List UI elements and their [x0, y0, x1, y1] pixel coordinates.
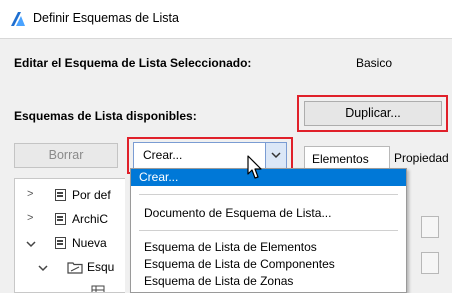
menu-item-crear[interactable]: Crear...: [131, 169, 406, 186]
scheme-icon: [55, 189, 66, 201]
chevron-right-icon[interactable]: >: [27, 188, 33, 200]
door-icon: [421, 216, 439, 238]
tree-item-label: Esqu: [87, 260, 115, 274]
edit-scheme-value: Basico: [356, 56, 393, 70]
chevron-down-icon[interactable]: [25, 239, 37, 249]
tree-item[interactable]: Esqu: [15, 257, 125, 279]
window-title: Definir Esquemas de Lista: [33, 11, 179, 25]
tree-item[interactable]: Nueva: [15, 233, 125, 255]
app-icon: [11, 12, 25, 26]
menu-item-zonas[interactable]: Esquema de Lista de Zonas: [131, 273, 406, 290]
properties-panel: [405, 178, 452, 291]
tree-item-label: Por def: [72, 188, 111, 202]
tree-item-label: ArchiC: [72, 212, 109, 226]
tree-item-label: Nueva: [72, 236, 107, 250]
duplicate-callout: [297, 95, 448, 132]
menu-item-elementos[interactable]: Esquema de Lista de Elementos: [131, 239, 406, 256]
table-icon: [91, 285, 105, 292]
delete-button[interactable]: Borrar: [14, 143, 118, 168]
edit-scheme-label: Editar el Esquema de Lista Seleccionado:: [14, 56, 252, 70]
mouse-pointer-icon: [247, 155, 262, 179]
chair-icon: [421, 252, 439, 274]
chevron-down-icon[interactable]: [37, 263, 49, 273]
menu-separator: [139, 230, 398, 231]
create-dropdown-menu[interactable]: Crear... Documento de Esquema de Lista..…: [130, 168, 407, 293]
tree-item[interactable]: > ArchiC: [15, 209, 125, 231]
available-schemes-label: Esquemas de Lista disponibles:: [14, 109, 197, 123]
scheme-icon: [55, 237, 66, 249]
title-bar: Definir Esquemas de Lista: [0, 0, 452, 39]
menu-item-documento[interactable]: Documento de Esquema de Lista...: [131, 205, 406, 222]
scheme-icon: [55, 213, 66, 225]
chevron-right-icon[interactable]: >: [27, 212, 33, 224]
menu-separator: [139, 194, 398, 195]
tree-item[interactable]: > Por def: [15, 185, 125, 207]
schemes-tree[interactable]: > Por def > ArchiC Nueva Esqu: [14, 178, 125, 293]
folder-icon: [67, 262, 83, 274]
menu-item-componentes[interactable]: Esquema de Lista de Componentes: [131, 256, 406, 273]
